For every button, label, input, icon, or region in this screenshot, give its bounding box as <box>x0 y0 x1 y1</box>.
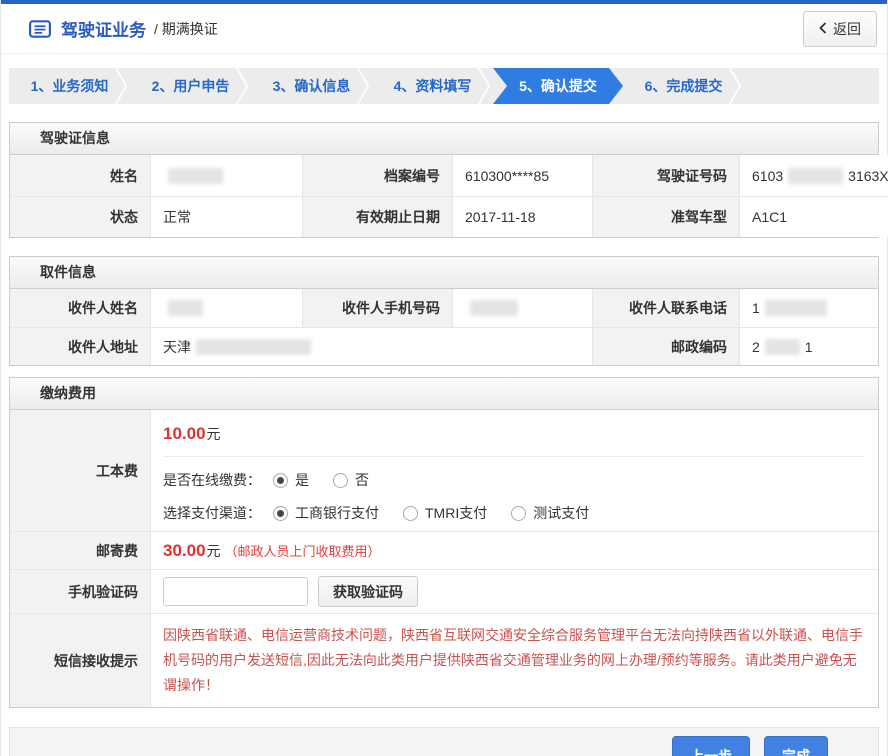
payment-channel-question-row: 选择支付渠道： 工商银行支付 TMRI支付 测试支付 <box>163 503 878 523</box>
production-fee-label: 工本费 <box>10 410 150 531</box>
sms-notice-cell: 因陕西省联通、电信运营商技术问题，陕西省互联网交通安全综合服务管理平台无法向持陕… <box>150 613 878 707</box>
get-sms-code-button[interactable]: 获取验证码 <box>318 576 418 607</box>
postage-fee-value: 30.00元（邮政人员上门收取费用） <box>150 531 878 569</box>
production-fee-value: 10.00元 是否在线缴费： 是 否 选择支付渠道： 工商银行支付 TMRI支付… <box>150 410 878 531</box>
section-title-fees: 缴纳费用 <box>10 378 878 410</box>
back-button[interactable]: 返回 <box>803 11 877 47</box>
chevron-left-icon <box>819 21 827 37</box>
postage-fee-amount: 30.00 <box>163 541 206 561</box>
radio-channel-tmri[interactable]: TMRI支付 <box>403 503 487 523</box>
finish-button[interactable]: 完成 <box>764 736 828 756</box>
step-4-fill-data: 4、资料填写 <box>372 68 493 104</box>
name-label: 姓名 <box>10 155 150 196</box>
step-3-confirm-info: 3、确认信息 <box>251 68 372 104</box>
redacted-value <box>765 339 800 355</box>
expiry-label: 有效期止日期 <box>302 196 452 237</box>
radio-unselected-icon <box>511 506 526 521</box>
radio-channel-test[interactable]: 测试支付 <box>511 503 589 523</box>
sms-code-row: 获取验证码 <box>150 569 878 613</box>
online-payment-question: 是否在线缴费： <box>163 470 261 490</box>
sms-notice-label: 短信接收提示 <box>10 613 150 707</box>
license-no-label: 驾驶证号码 <box>592 155 739 196</box>
redacted-value <box>470 300 518 316</box>
step-2-user-declaration: 2、用户申告 <box>130 68 251 104</box>
license-info-table: 姓名 档案编号 610300****85 驾驶证号码 61033163X 状态 … <box>10 155 878 237</box>
pickup-info-table: 收件人姓名 收件人手机号码 收件人联系电话 1 收件人地址 天津 邮政编码 21 <box>10 289 878 365</box>
divider <box>163 456 864 457</box>
page-header: 驾驶证业务 / 期满换证 返回 <box>1 4 887 54</box>
postcode-label: 邮政编码 <box>592 327 739 365</box>
redacted-value <box>788 168 843 184</box>
recipient-phone-value: 1 <box>739 289 878 327</box>
section-pickup-info: 取件信息 收件人姓名 收件人手机号码 收件人联系电话 1 收件人地址 天津 邮政… <box>9 256 879 366</box>
prev-step-button[interactable]: 上一步 <box>672 736 750 756</box>
status-label: 状态 <box>10 196 150 237</box>
step-progress-bar: 1、业务须知 2、用户申告 3、确认信息 4、资料填写 5、确认提交 6、完成提… <box>9 68 879 104</box>
step-1-business-notice: 1、业务须知 <box>9 68 130 104</box>
vehicle-class-label: 准驾车型 <box>592 196 739 237</box>
section-license-info: 驾驶证信息 姓名 档案编号 610300****85 驾驶证号码 6103316… <box>9 122 879 238</box>
redacted-value <box>196 339 311 355</box>
postage-fee-note: （邮政人员上门收取费用） <box>225 541 381 560</box>
redacted-value <box>765 300 827 316</box>
expiry-value: 2017-11-18 <box>452 196 592 237</box>
breadcrumb-current: / 期满换证 <box>154 19 218 39</box>
section-title-license: 驾驶证信息 <box>10 123 878 155</box>
recipient-mobile-value <box>452 289 592 327</box>
radio-unselected-icon <box>403 506 418 521</box>
sms-code-input[interactable] <box>163 577 308 606</box>
name-value <box>150 155 302 196</box>
production-fee-amount-line: 10.00元 <box>163 410 878 456</box>
sms-code-label: 手机验证码 <box>10 569 150 613</box>
address-value: 天津 <box>150 327 592 365</box>
production-fee-amount: 10.00 <box>163 424 206 443</box>
recipient-name-label: 收件人姓名 <box>10 289 150 327</box>
file-no-value: 610300****85 <box>452 155 592 196</box>
fees-table: 工本费 10.00元 是否在线缴费： 是 否 选择支付渠道： 工商银行支付 TM… <box>10 410 878 707</box>
radio-online-no[interactable]: 否 <box>333 470 369 490</box>
recipient-phone-label: 收件人联系电话 <box>592 289 739 327</box>
recipient-name-value <box>150 289 302 327</box>
redacted-value <box>168 300 203 316</box>
radio-online-yes[interactable]: 是 <box>273 470 309 490</box>
step-5-confirm-submit: 5、确认提交 <box>493 68 623 104</box>
recipient-mobile-label: 收件人手机号码 <box>302 289 452 327</box>
postage-fee-label: 邮寄费 <box>10 531 150 569</box>
radio-unselected-icon <box>333 473 348 488</box>
section-fees: 缴纳费用 工本费 10.00元 是否在线缴费： 是 否 选择支付渠道： 工商银行… <box>9 377 879 708</box>
online-payment-question-row: 是否在线缴费： 是 否 <box>163 470 878 490</box>
back-button-label: 返回 <box>833 19 861 39</box>
payment-channel-question: 选择支付渠道： <box>163 503 261 523</box>
postcode-value: 21 <box>739 327 878 365</box>
radio-selected-icon <box>273 473 288 488</box>
breadcrumb: 驾驶证业务 / 期满换证 <box>29 16 218 41</box>
radio-channel-icbc[interactable]: 工商银行支付 <box>273 503 379 523</box>
vehicle-class-value: A1C1 <box>739 196 888 237</box>
file-no-label: 档案编号 <box>302 155 452 196</box>
status-value: 正常 <box>150 196 302 237</box>
page-title: 驾驶证业务 <box>61 16 146 41</box>
redacted-value <box>168 168 223 184</box>
page: 驾驶证业务 / 期满换证 返回 1、业务须知 2、用户申告 3、确认信息 4、资… <box>0 0 888 756</box>
sms-notice-text: 因陕西省联通、电信运营商技术问题，陕西省互联网交通安全综合服务管理平台无法向持陕… <box>163 623 863 698</box>
license-no-value: 61033163X <box>739 155 888 196</box>
section-title-pickup: 取件信息 <box>10 257 878 289</box>
radio-selected-icon <box>273 506 288 521</box>
license-business-icon <box>29 20 51 38</box>
step-6-finish-submit: 6、完成提交 <box>623 68 744 104</box>
footer-action-bar: 上一步 完成 <box>9 727 879 756</box>
address-label: 收件人地址 <box>10 327 150 365</box>
